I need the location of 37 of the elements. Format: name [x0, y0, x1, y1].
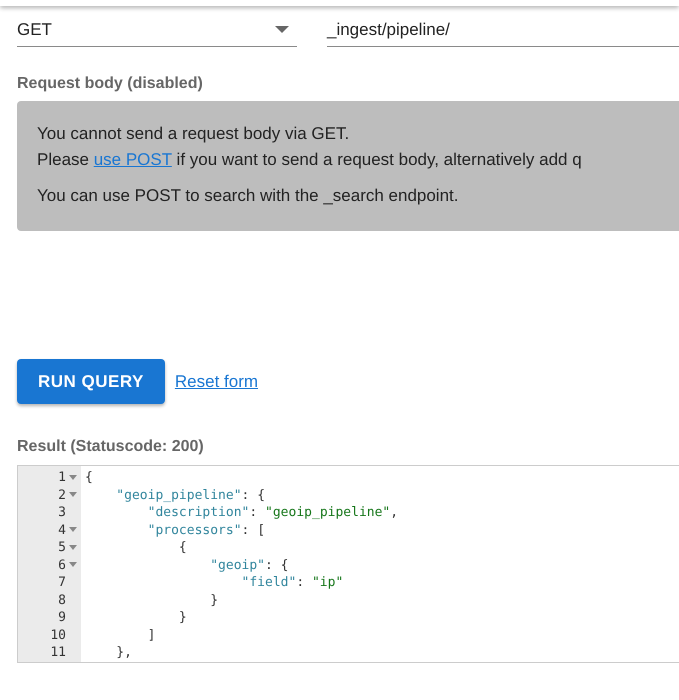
- line-number: 5: [58, 540, 66, 556]
- code-line: {: [178, 539, 188, 556]
- fold-arrow-icon[interactable]: [69, 562, 77, 568]
- line-number: 6: [58, 558, 66, 573]
- fold-arrow-icon[interactable]: [69, 492, 77, 498]
- code-line: "processors": [: [146, 522, 266, 539]
- message-text: You can use POST to search with the _search endpoint.: [37, 185, 460, 207]
- reset-form-link[interactable]: Reset form: [174, 372, 258, 392]
- fold-arrow-icon[interactable]: [69, 474, 77, 481]
- path-field[interactable]: _ingest/pipeline/: [327, 14, 679, 47]
- code-line: "geoip_pipeline": {: [115, 486, 266, 504]
- code-line: "description": "geoip_pipeline",: [146, 504, 398, 522]
- section-label: Request body (disabled): [16, 75, 204, 93]
- message-text: Please use POST if you want to send a request body, alternatively add q: [37, 149, 583, 171]
- line-number: 4: [58, 522, 66, 538]
- fold-arrow-icon[interactable]: [69, 527, 77, 534]
- section-label: Result (Statuscode: 200): [16, 438, 205, 456]
- code-line: {: [85, 469, 94, 486]
- message-text: You cannot send a request body via GET.: [37, 123, 350, 145]
- line-number: 9: [58, 610, 66, 626]
- method-select[interactable]: GET: [17, 14, 297, 47]
- line-number: 1: [58, 470, 66, 486]
- line-number: 8: [58, 592, 66, 608]
- run-query-button[interactable]: RUN QUERY: [17, 359, 165, 404]
- line-number: 3: [58, 505, 66, 520]
- line-number: 10: [50, 628, 66, 643]
- line-number: 2: [58, 488, 66, 503]
- code-line: }: [178, 609, 188, 626]
- line-number: 7: [58, 575, 66, 590]
- code-line: "geoip": {: [209, 556, 290, 574]
- code-line: "field": "ip": [240, 574, 344, 592]
- code-line: },: [115, 644, 133, 662]
- code-line: }: [209, 592, 220, 609]
- dropdown-caret-icon: [275, 26, 289, 34]
- line-number: 11: [50, 645, 66, 660]
- fold-arrow-icon[interactable]: [69, 544, 77, 551]
- code-line: ]: [146, 626, 156, 644]
